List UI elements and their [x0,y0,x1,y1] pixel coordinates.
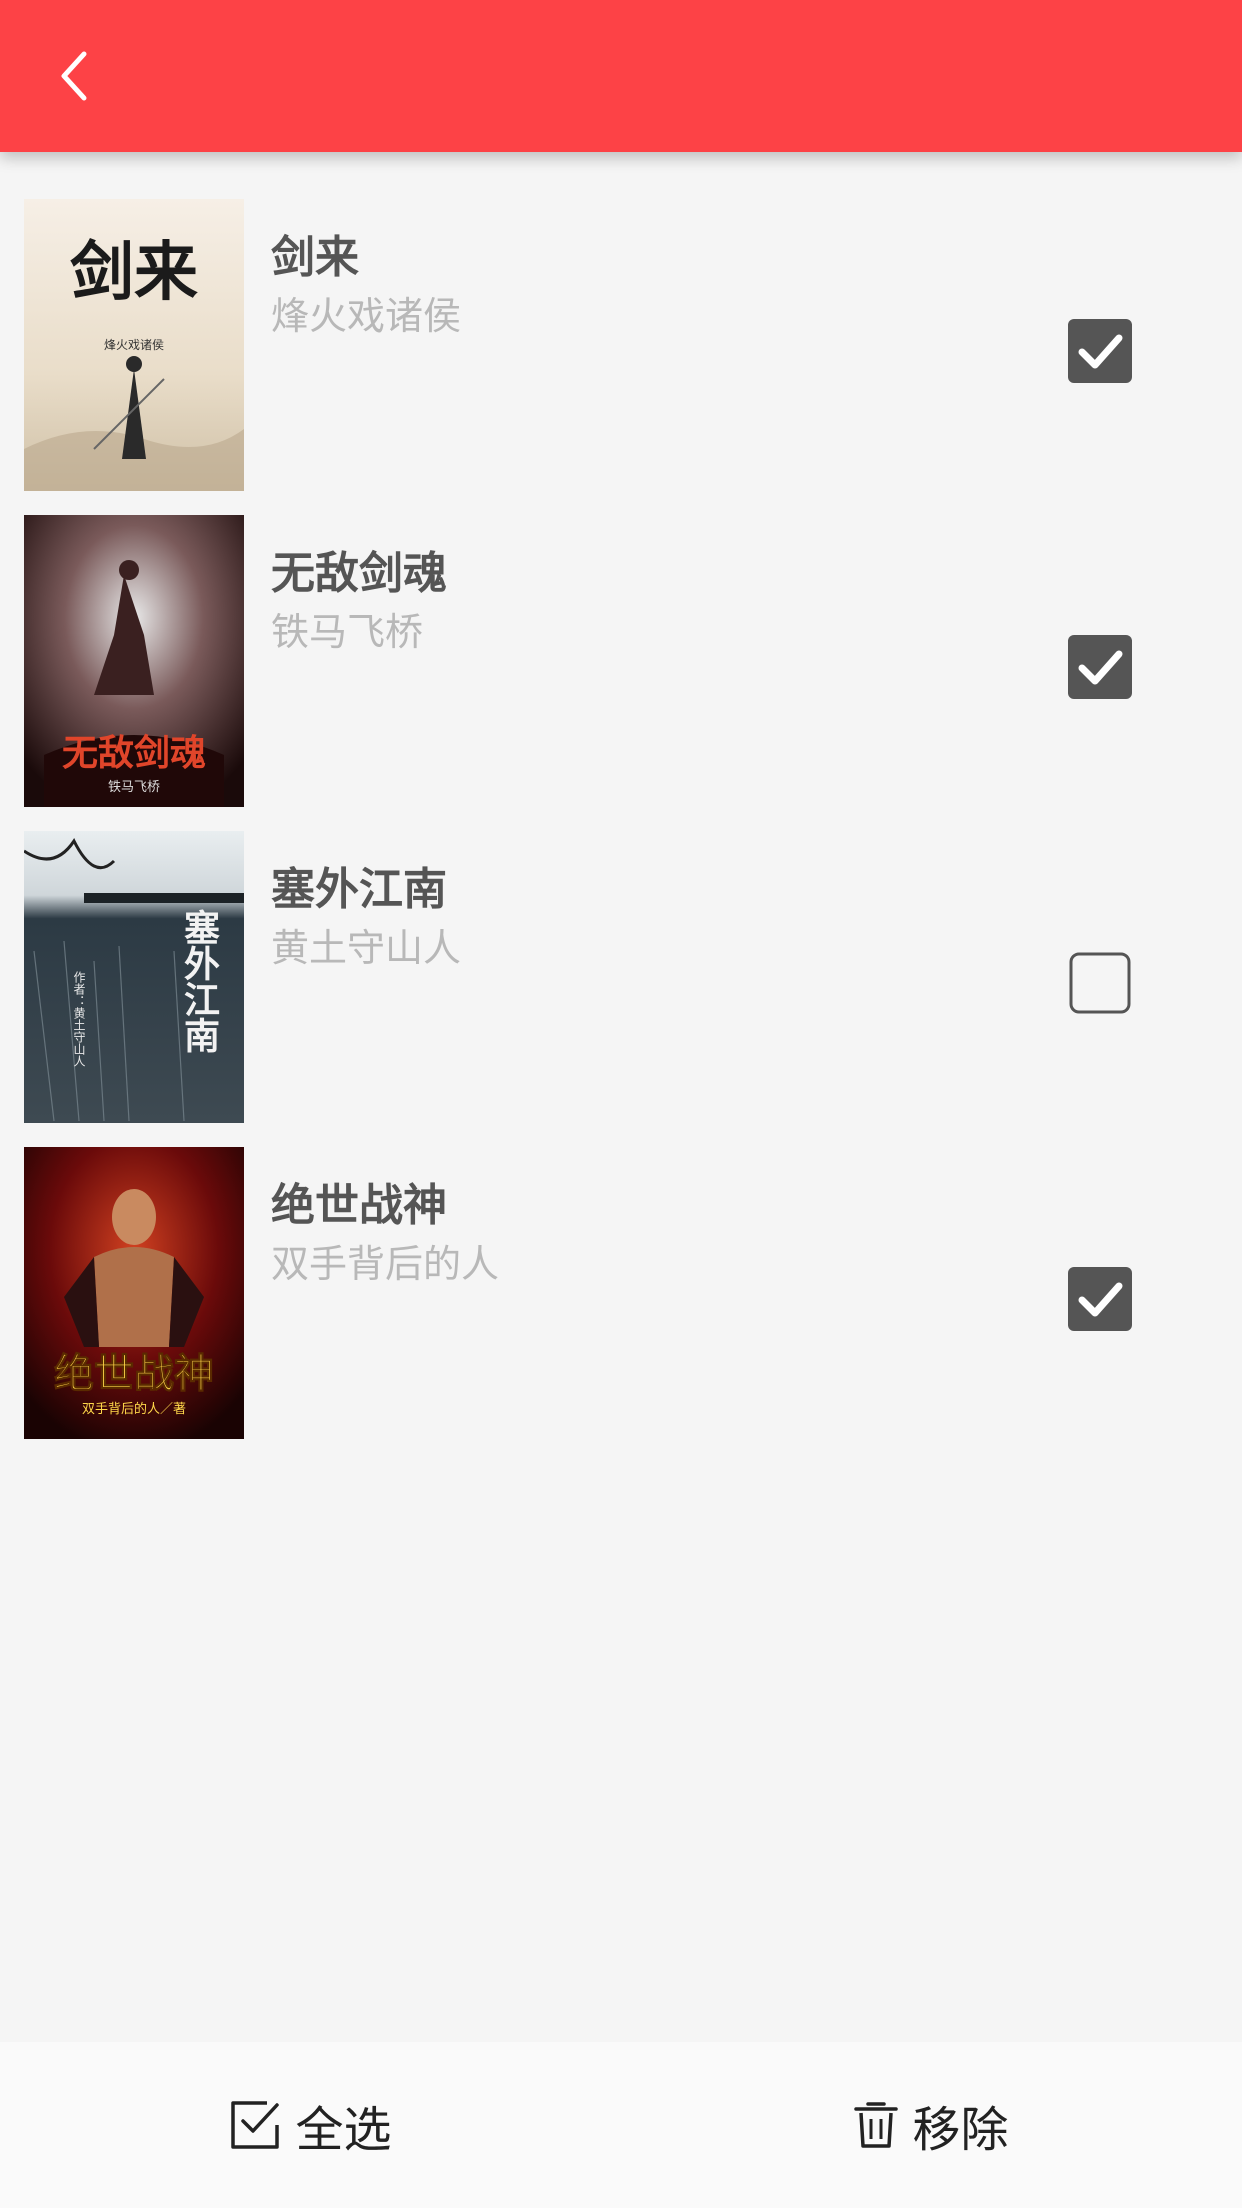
list-item[interactable]: 无敌剑魂 铁马飞桥 无敌剑魂 铁马飞桥 [0,513,1242,829]
book-list: 剑来 烽火戏诸侯 剑来 烽火戏诸侯 无敌剑魂 铁马飞桥 无敌剑魂 铁马飞桥 塞外… [0,197,1242,1461]
cover-author: 烽火戏诸侯 [104,338,164,352]
select-all-button[interactable]: 全选 [0,2042,621,2208]
book-cover: 塞外江南 作者：黄土守山人 [24,831,244,1123]
bottom-action-bar: 全选 移除 [0,2042,1242,2208]
select-all-icon [231,2101,280,2149]
cover-title: 绝世战神 [54,1350,214,1397]
chevron-left-icon [61,51,87,101]
back-button[interactable] [36,36,116,116]
book-author: 双手背后的人 [271,1242,500,1286]
list-item[interactable]: 剑来 烽火戏诸侯 剑来 烽火戏诸侯 [0,197,1242,513]
checkbox-checked-icon [1068,1267,1132,1331]
book-cover: 无敌剑魂 铁马飞桥 [24,515,244,807]
cover-author: 铁马飞桥 [108,780,160,795]
cover-author: 作者：黄土守山人 [72,971,86,1067]
book-author: 铁马飞桥 [271,610,424,654]
select-checkbox[interactable] [1068,635,1132,699]
checkbox-checked-icon [1068,319,1132,383]
select-checkbox[interactable] [1068,1267,1132,1331]
list-item[interactable]: 塞外江南 作者：黄土守山人 塞外江南 黄土守山人 [0,829,1242,1145]
book-author: 烽火戏诸侯 [271,294,462,338]
book-cover: 绝世战神 双手背后的人／著 [24,1147,244,1439]
trash-icon [854,2102,899,2148]
list-item[interactable]: 绝世战神 双手背后的人／著 绝世战神 双手背后的人 [0,1145,1242,1461]
select-all-label: 全选 [295,2102,392,2158]
cover-title: 塞外江南 [178,909,220,1053]
top-app-bar [0,0,1242,152]
book-title: 绝世战神 [271,1180,447,1231]
cover-author: 双手背后的人／著 [82,1401,186,1417]
book-title: 塞外江南 [271,864,447,915]
select-checkbox[interactable] [1068,951,1132,1015]
checkbox-checked-icon [1068,635,1132,699]
cover-title: 剑来 [70,235,198,310]
book-title: 剑来 [271,232,359,283]
book-cover: 剑来 烽火戏诸侯 [24,199,244,491]
select-checkbox[interactable] [1068,319,1132,383]
remove-button[interactable]: 移除 [621,2042,1242,2208]
remove-label: 移除 [912,2102,1009,2158]
cover-title: 无敌剑魂 [62,732,206,774]
checkbox-unchecked-icon [1069,952,1131,1014]
book-author: 黄土守山人 [271,926,462,970]
book-title: 无敌剑魂 [271,548,447,599]
